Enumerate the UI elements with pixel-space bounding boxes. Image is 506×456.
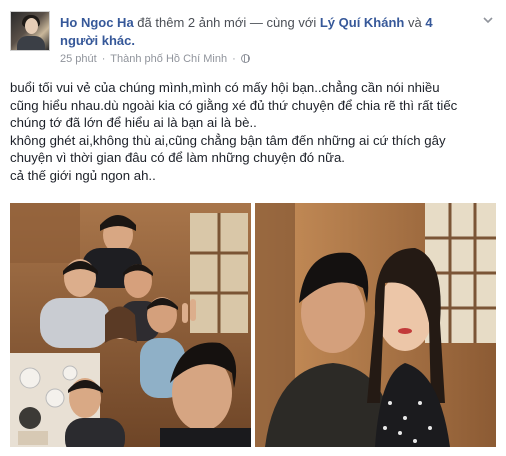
post-text-line: chuyện vì thời gian đâu có để làm những … <box>10 150 345 166</box>
post-meta: 25 phút · Thành phố Hồ Chí Minh · <box>60 52 250 66</box>
post-body: buổi tối vui vẻ của chúng mình,mình có m… <box>10 79 490 185</box>
post-text-line: cả thế giới ngủ ngon ah.. <box>10 167 156 183</box>
post-text-line: chúng tớ đã lớn để hiểu ai là bạn ai là … <box>10 115 257 131</box>
post-timestamp-link[interactable]: 25 phút <box>60 53 97 65</box>
and-text: và <box>407 15 422 30</box>
group-photo-image <box>10 203 251 447</box>
profile-avatar[interactable] <box>10 11 50 51</box>
author-name-link[interactable]: Ho Ngoc Ha <box>60 15 134 30</box>
duo-photo-image <box>255 203 496 447</box>
post-text-line: cũng hiểu nhau.dù ngoài kia có giằng xé … <box>10 97 458 113</box>
avatar-face <box>25 18 38 34</box>
post-header-line2: người khác. <box>60 31 135 50</box>
post-text-line: không ghét ai,không thù ai,cũng chẳng bậ… <box>10 132 446 148</box>
chevron-down-icon[interactable] <box>483 15 493 25</box>
avatar-body <box>17 36 45 50</box>
meta-separator-2: · <box>232 53 236 65</box>
with-text: — cùng với <box>249 15 317 30</box>
meta-separator: · <box>101 53 106 65</box>
others-link[interactable]: người khác. <box>60 33 135 48</box>
tagged-person-link[interactable]: Lý Quí Khánh <box>320 15 405 30</box>
others-count-link[interactable]: 4 <box>425 15 432 30</box>
action-text: đã thêm 2 ảnh mới <box>137 15 247 30</box>
post-photo-2[interactable] <box>255 203 496 447</box>
post-photo-1[interactable] <box>10 203 251 447</box>
post-text-line: buổi tối vui vẻ của chúng mình,mình có m… <box>10 80 440 95</box>
location-link[interactable]: Thành phố Hồ Chí Minh <box>110 53 227 65</box>
post-header: Ho Ngoc Ha đã thêm 2 ảnh mới — cùng với … <box>60 13 460 32</box>
globe-icon[interactable] <box>240 54 250 63</box>
